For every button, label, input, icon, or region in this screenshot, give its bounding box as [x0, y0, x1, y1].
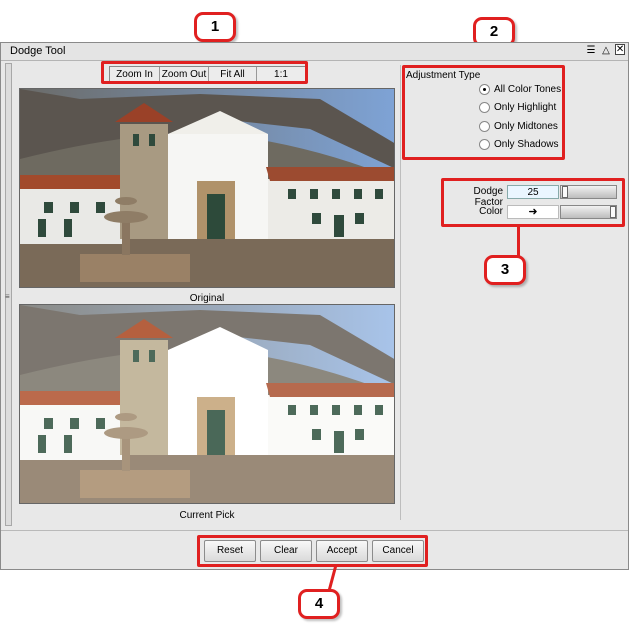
- highlight-zoom-toolbar: [101, 61, 308, 84]
- original-image[interactable]: [19, 88, 395, 288]
- restore-icon[interactable]: △: [600, 44, 612, 57]
- panel-divider[interactable]: [400, 65, 401, 520]
- callout-3: 3: [484, 255, 526, 285]
- window-title: Dodge Tool: [10, 45, 66, 57]
- highlight-action-buttons: [197, 535, 428, 567]
- side-splitter[interactable]: ≡: [5, 63, 12, 526]
- current-pick-image[interactable]: [19, 304, 395, 504]
- current-pick-caption: Current Pick: [179, 510, 235, 521]
- callout-1: 1: [194, 12, 236, 42]
- button-bar-divider: [1, 530, 628, 531]
- close-icon[interactable]: ✕: [615, 44, 625, 55]
- menu-icon[interactable]: ☰: [585, 44, 597, 57]
- highlight-adjustment-type: [402, 65, 565, 160]
- callout-4: 4: [298, 589, 340, 619]
- original-caption: Original: [189, 293, 225, 304]
- highlight-parameters: [441, 178, 625, 227]
- title-bar[interactable]: Dodge Tool ☰ △ ✕: [1, 43, 628, 61]
- grip-icon[interactable]: ≡: [5, 292, 10, 301]
- callout-3-leader: [517, 226, 520, 256]
